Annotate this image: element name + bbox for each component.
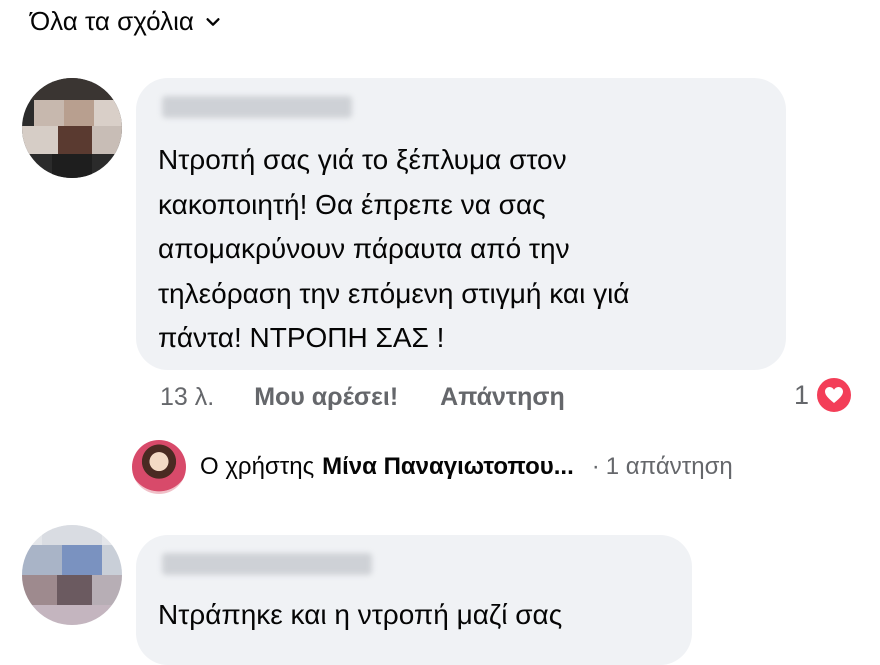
comments-filter-label: Όλα τα σχόλια	[30, 6, 194, 36]
comment-timestamp[interactable]: 13 λ.	[160, 383, 214, 412]
reply-user-name: Μίνα Παναγιωτοπου...	[322, 453, 574, 480]
comment-line: τηλεόραση την επόμενη στιγμή και γιά	[158, 277, 630, 309]
view-replies-link[interactable]: Ο χρήστης Μίνα Παναγιωτοπου... · 1 απάντ…	[132, 440, 733, 494]
comment-bubble: Ντράπηκε και η ντροπή μαζί σας	[136, 535, 692, 665]
comment-bubble: Ντροπή σας γιά το ξέπλυμα στον κακοποιητ…	[136, 78, 786, 370]
chevron-down-icon	[206, 17, 220, 26]
replies-prefix: Ο χρήστης	[200, 453, 315, 480]
commenter-name-blurred[interactable]	[162, 553, 372, 575]
comment-text: Ντράπηκε και η ντροπή μαζί σας	[158, 599, 563, 630]
avatar	[132, 440, 186, 494]
commenter-name-blurred[interactable]	[162, 96, 352, 118]
reply-button[interactable]: Απάντηση	[440, 383, 565, 412]
reaction-count: 1	[793, 379, 809, 410]
comment-text: Ντροπή σας γιά το ξέπλυμα στον κακοποιητ…	[158, 138, 630, 361]
comment-line: απομακρύνουν πάραυτα από την	[158, 233, 570, 264]
comment-line: Ντροπή σας γιά το ξέπλυμα στον	[158, 144, 567, 175]
comments-filter-dropdown[interactable]: Όλα τα σχόλια	[30, 6, 222, 37]
avatar[interactable]	[22, 78, 122, 178]
reply-count: 1 απάντηση	[605, 453, 733, 480]
comment-line: πάντα! ΝΤΡΟΠΗ ΣΑΣ !	[158, 322, 445, 353]
separator-dot: ·	[591, 453, 600, 480]
like-button[interactable]: Μου αρέσει!	[254, 383, 398, 412]
comment-actions: 13 λ. Μου αρέσει! Απάντηση	[160, 383, 565, 412]
comment-line: κακοποιητή! Θα έπρεπε να σας	[158, 188, 546, 220]
reaction-summary[interactable]: 1	[794, 376, 853, 414]
heart-icon	[815, 376, 853, 414]
avatar[interactable]	[22, 525, 122, 625]
